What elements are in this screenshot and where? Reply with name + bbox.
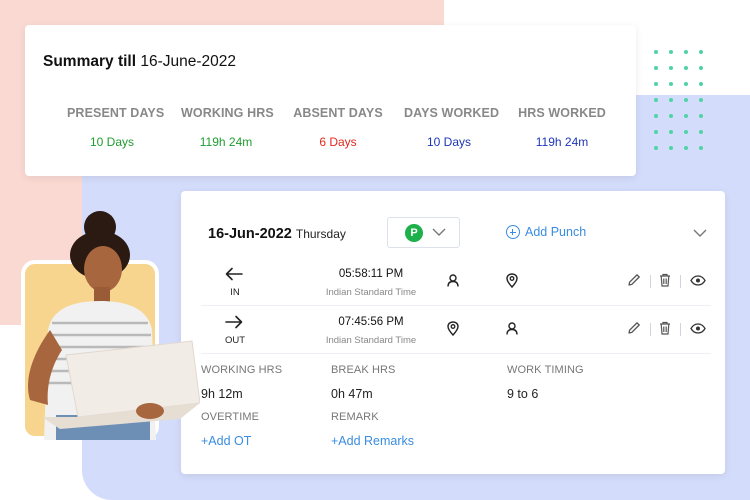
break-hrs-label: BREAK HRS <box>331 364 396 376</box>
working-hrs-value: 9h 12m <box>201 387 243 401</box>
plus-circle-icon <box>506 225 520 239</box>
arrow-right-icon <box>225 315 243 329</box>
divider <box>650 275 651 288</box>
decorative-dot <box>684 50 688 54</box>
decorative-dot <box>669 146 673 150</box>
decorative-dot <box>654 98 658 102</box>
punch-timezone: Indian Standard Time <box>325 287 417 298</box>
summary-card: Summary till 16-June-2022 PRESENT DAYS 1… <box>25 25 636 176</box>
working-hrs-label: WORKING HRS <box>201 364 283 376</box>
add-punch-label: Add Punch <box>525 225 587 239</box>
stat-hrs-worked: HRS WORKED 119h 24m <box>517 106 607 149</box>
detail-date-value: 16-Jun-2022 <box>208 226 292 242</box>
trash-icon[interactable] <box>659 273 671 287</box>
decorative-dot <box>654 130 658 134</box>
stat-label: DAYS WORKED <box>404 106 500 120</box>
user-icon[interactable] <box>447 274 459 287</box>
chevron-down-icon[interactable] <box>693 229 707 238</box>
punch-time: 05:58:11 PM <box>338 268 404 280</box>
summary-title-prefix: Summary till <box>43 53 137 70</box>
decorative-dot <box>684 146 688 150</box>
stat-absent-days: ABSENT DAYS 6 Days <box>293 106 383 149</box>
decorative-dot <box>669 130 673 134</box>
overtime-label: OVERTIME <box>201 411 260 423</box>
punch-direction: OUT <box>224 335 246 346</box>
summary-title: Summary till 16-June-2022 <box>43 53 236 71</box>
decorative-dot <box>654 114 658 118</box>
decorative-dot <box>669 114 673 118</box>
remark-label: REMARK <box>331 411 379 423</box>
woman-with-laptop-illustration <box>28 211 200 440</box>
decorative-dot <box>699 66 703 70</box>
stat-days-worked: DAYS WORKED 10 Days <box>404 106 500 149</box>
decorative-dot <box>699 98 703 102</box>
divider <box>650 323 651 336</box>
decorative-dot <box>699 130 703 134</box>
add-remarks-link[interactable]: +Add Remarks <box>331 434 414 448</box>
chevron-down-icon <box>432 228 446 236</box>
pencil-icon[interactable] <box>627 321 641 335</box>
stat-label: HRS WORKED <box>518 106 606 120</box>
stat-value: 10 Days <box>89 135 135 149</box>
add-ot-link[interactable]: +Add OT <box>201 434 251 448</box>
stat-value: 119h 24m <box>535 135 589 149</box>
decorative-dot <box>669 66 673 70</box>
stat-working-hrs: WORKING HRS 119h 24m <box>181 106 274 149</box>
trash-icon[interactable] <box>659 321 671 335</box>
decorative-dot <box>699 50 703 54</box>
decorative-dot <box>684 130 688 134</box>
decorative-dot <box>654 50 658 54</box>
stat-label: ABSENT DAYS <box>293 106 383 120</box>
divider <box>680 275 681 288</box>
decorative-dot <box>669 50 673 54</box>
add-punch-button[interactable]: Add Punch <box>506 225 586 239</box>
user-icon[interactable] <box>506 322 518 335</box>
pencil-icon[interactable] <box>627 273 641 287</box>
stat-value: 10 Days <box>426 135 472 149</box>
stat-present-days: PRESENT DAYS 10 Days <box>67 106 165 149</box>
punch-row-in: IN 05:58:11 PM Indian Standard Time <box>201 259 711 306</box>
punch-direction: IN <box>230 287 240 298</box>
detail-date: 16-Jun-2022 Thursday <box>208 226 346 242</box>
location-pin-icon[interactable] <box>447 321 459 336</box>
stat-label: WORKING HRS <box>181 106 274 120</box>
present-status-badge: P <box>405 224 423 242</box>
decorative-dot <box>669 82 673 86</box>
decorative-dot <box>684 82 688 86</box>
arrow-left-icon <box>225 267 243 281</box>
decorative-dot <box>699 114 703 118</box>
eye-icon[interactable] <box>690 275 706 286</box>
decorative-dot <box>684 98 688 102</box>
stat-label: PRESENT DAYS <box>67 106 165 120</box>
decorative-dot <box>684 66 688 70</box>
work-timing-label: WORK TIMING <box>507 364 584 376</box>
detail-weekday: Thursday <box>295 227 346 241</box>
decorative-dot <box>684 114 688 118</box>
location-pin-icon[interactable] <box>506 273 518 288</box>
divider <box>680 323 681 336</box>
decorative-dot-grid <box>654 50 724 154</box>
punch-time: 07:45:56 PM <box>338 316 404 328</box>
decorative-dot <box>699 146 703 150</box>
eye-icon[interactable] <box>690 323 706 334</box>
decorative-dot <box>699 82 703 86</box>
summary-date: 16-June-2022 <box>140 53 237 70</box>
stat-value: 6 Days <box>319 135 357 149</box>
break-hrs-value: 0h 47m <box>331 387 373 401</box>
decorative-dot <box>654 146 658 150</box>
work-timing-value: 9 to 6 <box>507 387 539 401</box>
punch-row-out: OUT 07:45:56 PM Indian Standard Time <box>201 307 711 354</box>
attendance-detail-card: 16-Jun-2022 Thursday P Add Punch IN 05:5… <box>181 191 725 474</box>
punch-timezone: Indian Standard Time <box>325 335 417 346</box>
decorative-dot <box>654 66 658 70</box>
stat-value: 119h 24m <box>199 135 253 149</box>
decorative-dot <box>654 82 658 86</box>
decorative-dot <box>669 98 673 102</box>
status-dropdown[interactable]: P <box>387 217 460 248</box>
